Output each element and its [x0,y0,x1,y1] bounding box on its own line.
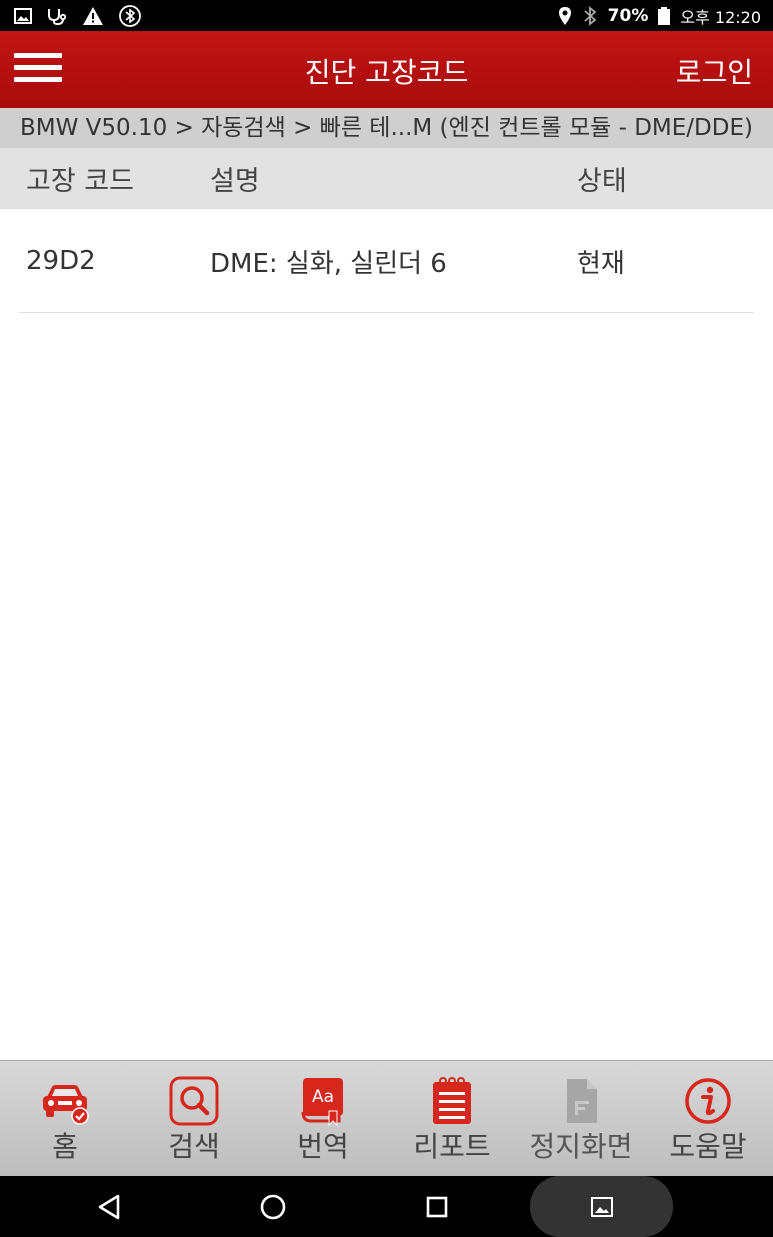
gallery-icon [14,8,32,24]
bottom-nav: 홈 검색 Aa 번역 리포트 정지화면 도움말 [0,1060,773,1176]
nav-translate-label: 번역 [297,1130,349,1163]
description-cell: DME: 실화, 실린더 6 [210,248,447,279]
home-circle-icon[interactable] [256,1190,290,1224]
login-button[interactable]: 로그인 [676,51,753,91]
nav-freeze-frame-label: 정지화면 [529,1130,633,1163]
nav-search-label: 검색 [168,1130,220,1163]
stethoscope-icon [48,9,67,25]
nav-freeze-frame-button[interactable]: 정지화면 [516,1061,646,1177]
bluetooth-icon [584,6,597,26]
report-icon [433,1077,471,1124]
nav-home-button[interactable]: 홈 [0,1061,130,1177]
freeze-frame-icon [567,1079,597,1123]
table-row[interactable]: 29D2 DME: 실화, 실린더 6 현재 [0,209,773,313]
clock: 오후 12:20 [680,8,761,27]
header-status: 상태 [577,166,627,197]
nav-report-button[interactable]: 리포트 [387,1061,517,1177]
translate-icon: Aa [301,1078,343,1127]
nav-help-label: 도움말 [669,1130,747,1163]
car-check-icon [43,1085,89,1125]
search-icon [169,1076,219,1126]
fault-code-cell: 29D2 [26,246,96,276]
gallery-icon [591,1197,613,1217]
row-divider [19,312,754,313]
screenshot-pill-button[interactable] [530,1176,673,1237]
nav-help-button[interactable]: 도움말 [643,1061,773,1177]
breadcrumb: BMW V50.10 > 자동검색 > 빠른 테...M (엔진 컨트롤 모듈 … [0,108,773,148]
nav-home-label: 홈 [52,1130,78,1163]
status-bar-right: 70% 오후 12:20 [558,4,761,28]
location-icon [558,7,571,25]
app-bar: 진단 고장코드 로그인 [0,31,773,108]
svg-text:Aa: Aa [312,1087,334,1107]
table-header: 고장 코드 설명 상태 [0,148,773,209]
nav-translate-button[interactable]: Aa 번역 [258,1061,388,1177]
header-fault-code: 고장 코드 [26,166,134,197]
back-icon[interactable] [92,1190,126,1224]
warning-icon [83,7,103,25]
battery-icon [658,7,671,25]
bluetooth-circle-icon [119,5,141,27]
battery-percent: 70% [607,6,649,26]
nav-report-label: 리포트 [413,1130,491,1163]
recents-icon[interactable] [420,1190,454,1224]
header-description: 설명 [210,166,260,197]
status-cell: 현재 [577,248,625,279]
status-bar-left [14,4,142,28]
system-nav-bar [0,1176,773,1237]
status-bar: 70% 오후 12:20 [0,0,773,31]
nav-search-button[interactable]: 검색 [129,1061,259,1177]
page-title: 진단 고장코드 [304,56,469,89]
info-icon [685,1078,731,1124]
